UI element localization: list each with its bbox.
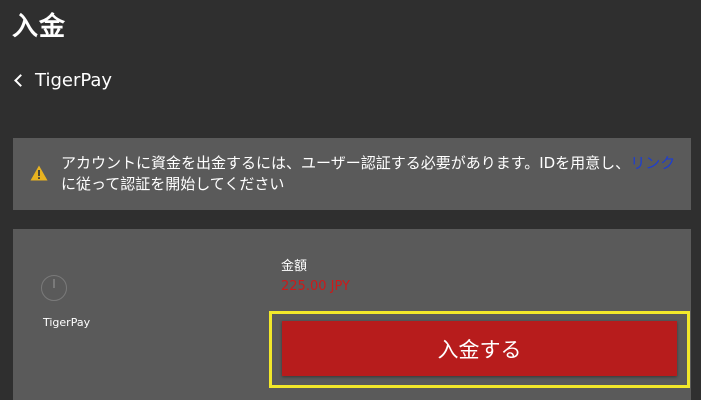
amount-value: 225.00 JPY: [281, 279, 350, 294]
verification-warning: アカウントに資金を出金するには、ユーザー認証する必要があります。IDを用意し、リ…: [13, 138, 691, 210]
chevron-left-icon: [14, 74, 27, 87]
page-title: 入金: [12, 12, 67, 42]
back-link[interactable]: TigerPay: [12, 70, 112, 91]
verification-link[interactable]: リンク: [630, 154, 675, 172]
warning-text-after: に従って認証を開始してください: [61, 175, 285, 193]
highlight-frame: 入金する: [269, 311, 690, 388]
deposit-button[interactable]: 入金する: [282, 321, 677, 376]
payment-method-name: TigerPay: [43, 316, 91, 329]
clock-icon: [41, 275, 67, 301]
back-label: TigerPay: [35, 70, 113, 91]
payment-panel: TigerPay 金額 225.00 JPY 入金する: [13, 229, 691, 400]
warning-text-before: アカウントに資金を出金するには、ユーザー認証する必要があります。IDを用意し、: [61, 154, 631, 172]
amount-label: 金額: [281, 259, 308, 274]
warning-triangle-icon: [30, 165, 48, 181]
warning-message: アカウントに資金を出金するには、ユーザー認証する必要があります。IDを用意し、リ…: [61, 153, 683, 195]
